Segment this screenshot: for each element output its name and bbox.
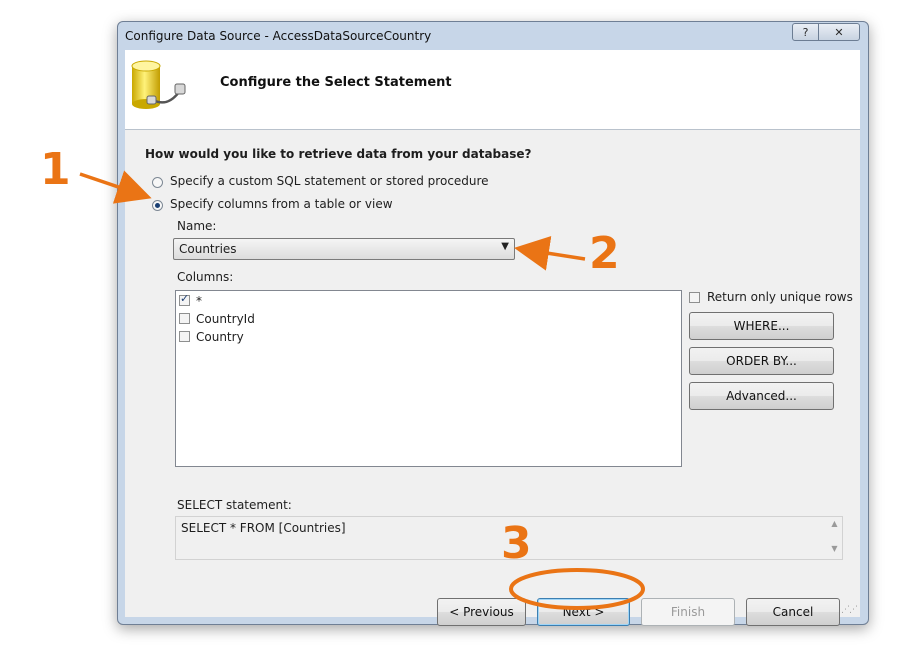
arrow-to-radio bbox=[79, 170, 152, 204]
annotation-overlay bbox=[79, 170, 645, 610]
next-button-highlight-circle bbox=[509, 568, 645, 610]
arrow-to-name-select bbox=[514, 236, 586, 271]
